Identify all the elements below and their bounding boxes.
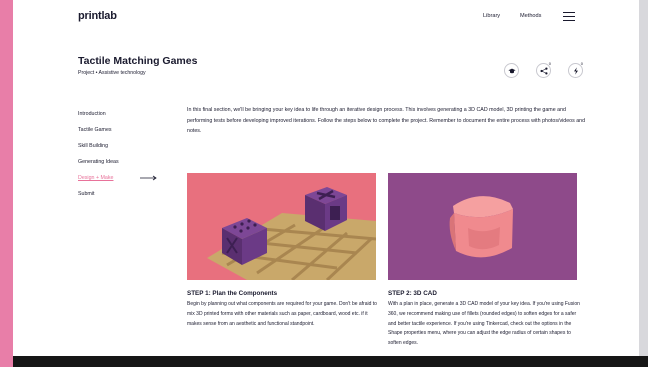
step2-body: With a plan in place, generate a 3D CAD …	[388, 301, 580, 347]
step1-image	[187, 173, 376, 280]
sidebar-item-skill-building[interactable]: Skill Building	[78, 142, 119, 158]
bolt-count: 0	[580, 61, 583, 66]
step1-title: STEP 1: Plan the Components	[187, 290, 278, 297]
intro-text: In this final section, we'll be bringing…	[187, 107, 586, 134]
bottom-bar	[13, 356, 648, 367]
arrow-right-icon	[140, 175, 157, 181]
sidebar-item-tactile-games[interactable]: Tactile Games	[78, 126, 119, 142]
sidebar-item-submit[interactable]: Submit	[78, 190, 119, 206]
brand-logo[interactable]: printlab	[78, 10, 117, 22]
nav-methods[interactable]: Methods	[520, 13, 541, 19]
share-count: 0	[548, 61, 551, 66]
graduation-cap-button[interactable]	[504, 63, 519, 78]
graduation-cap-icon	[507, 68, 516, 73]
step1-body: Begin by planning out what components ar…	[187, 301, 377, 327]
page-subtitle: Project • Assistive technology	[78, 70, 146, 76]
step2-image	[388, 173, 577, 280]
step2-title: STEP 2: 3D CAD	[388, 290, 437, 297]
menu-icon[interactable]	[563, 12, 575, 21]
sidebar-item-introduction[interactable]: Introduction	[78, 110, 119, 126]
sidebar-item-design-make[interactable]: Design + Make	[78, 174, 119, 190]
share-button[interactable]: 0	[536, 61, 551, 78]
sidebar: Introduction Tactile Games Skill Buildin…	[78, 110, 119, 206]
window-edge	[639, 0, 648, 356]
nav-library[interactable]: Library	[483, 13, 500, 19]
page-title: Tactile Matching Games	[78, 55, 198, 67]
sidebar-item-generating-ideas[interactable]: Generating Ideas	[78, 158, 119, 174]
lightning-icon	[573, 66, 578, 75]
bolt-button[interactable]: 0	[568, 61, 583, 78]
page: printlab Library Methods Tactile Matchin…	[13, 0, 639, 356]
share-icon	[539, 66, 548, 75]
